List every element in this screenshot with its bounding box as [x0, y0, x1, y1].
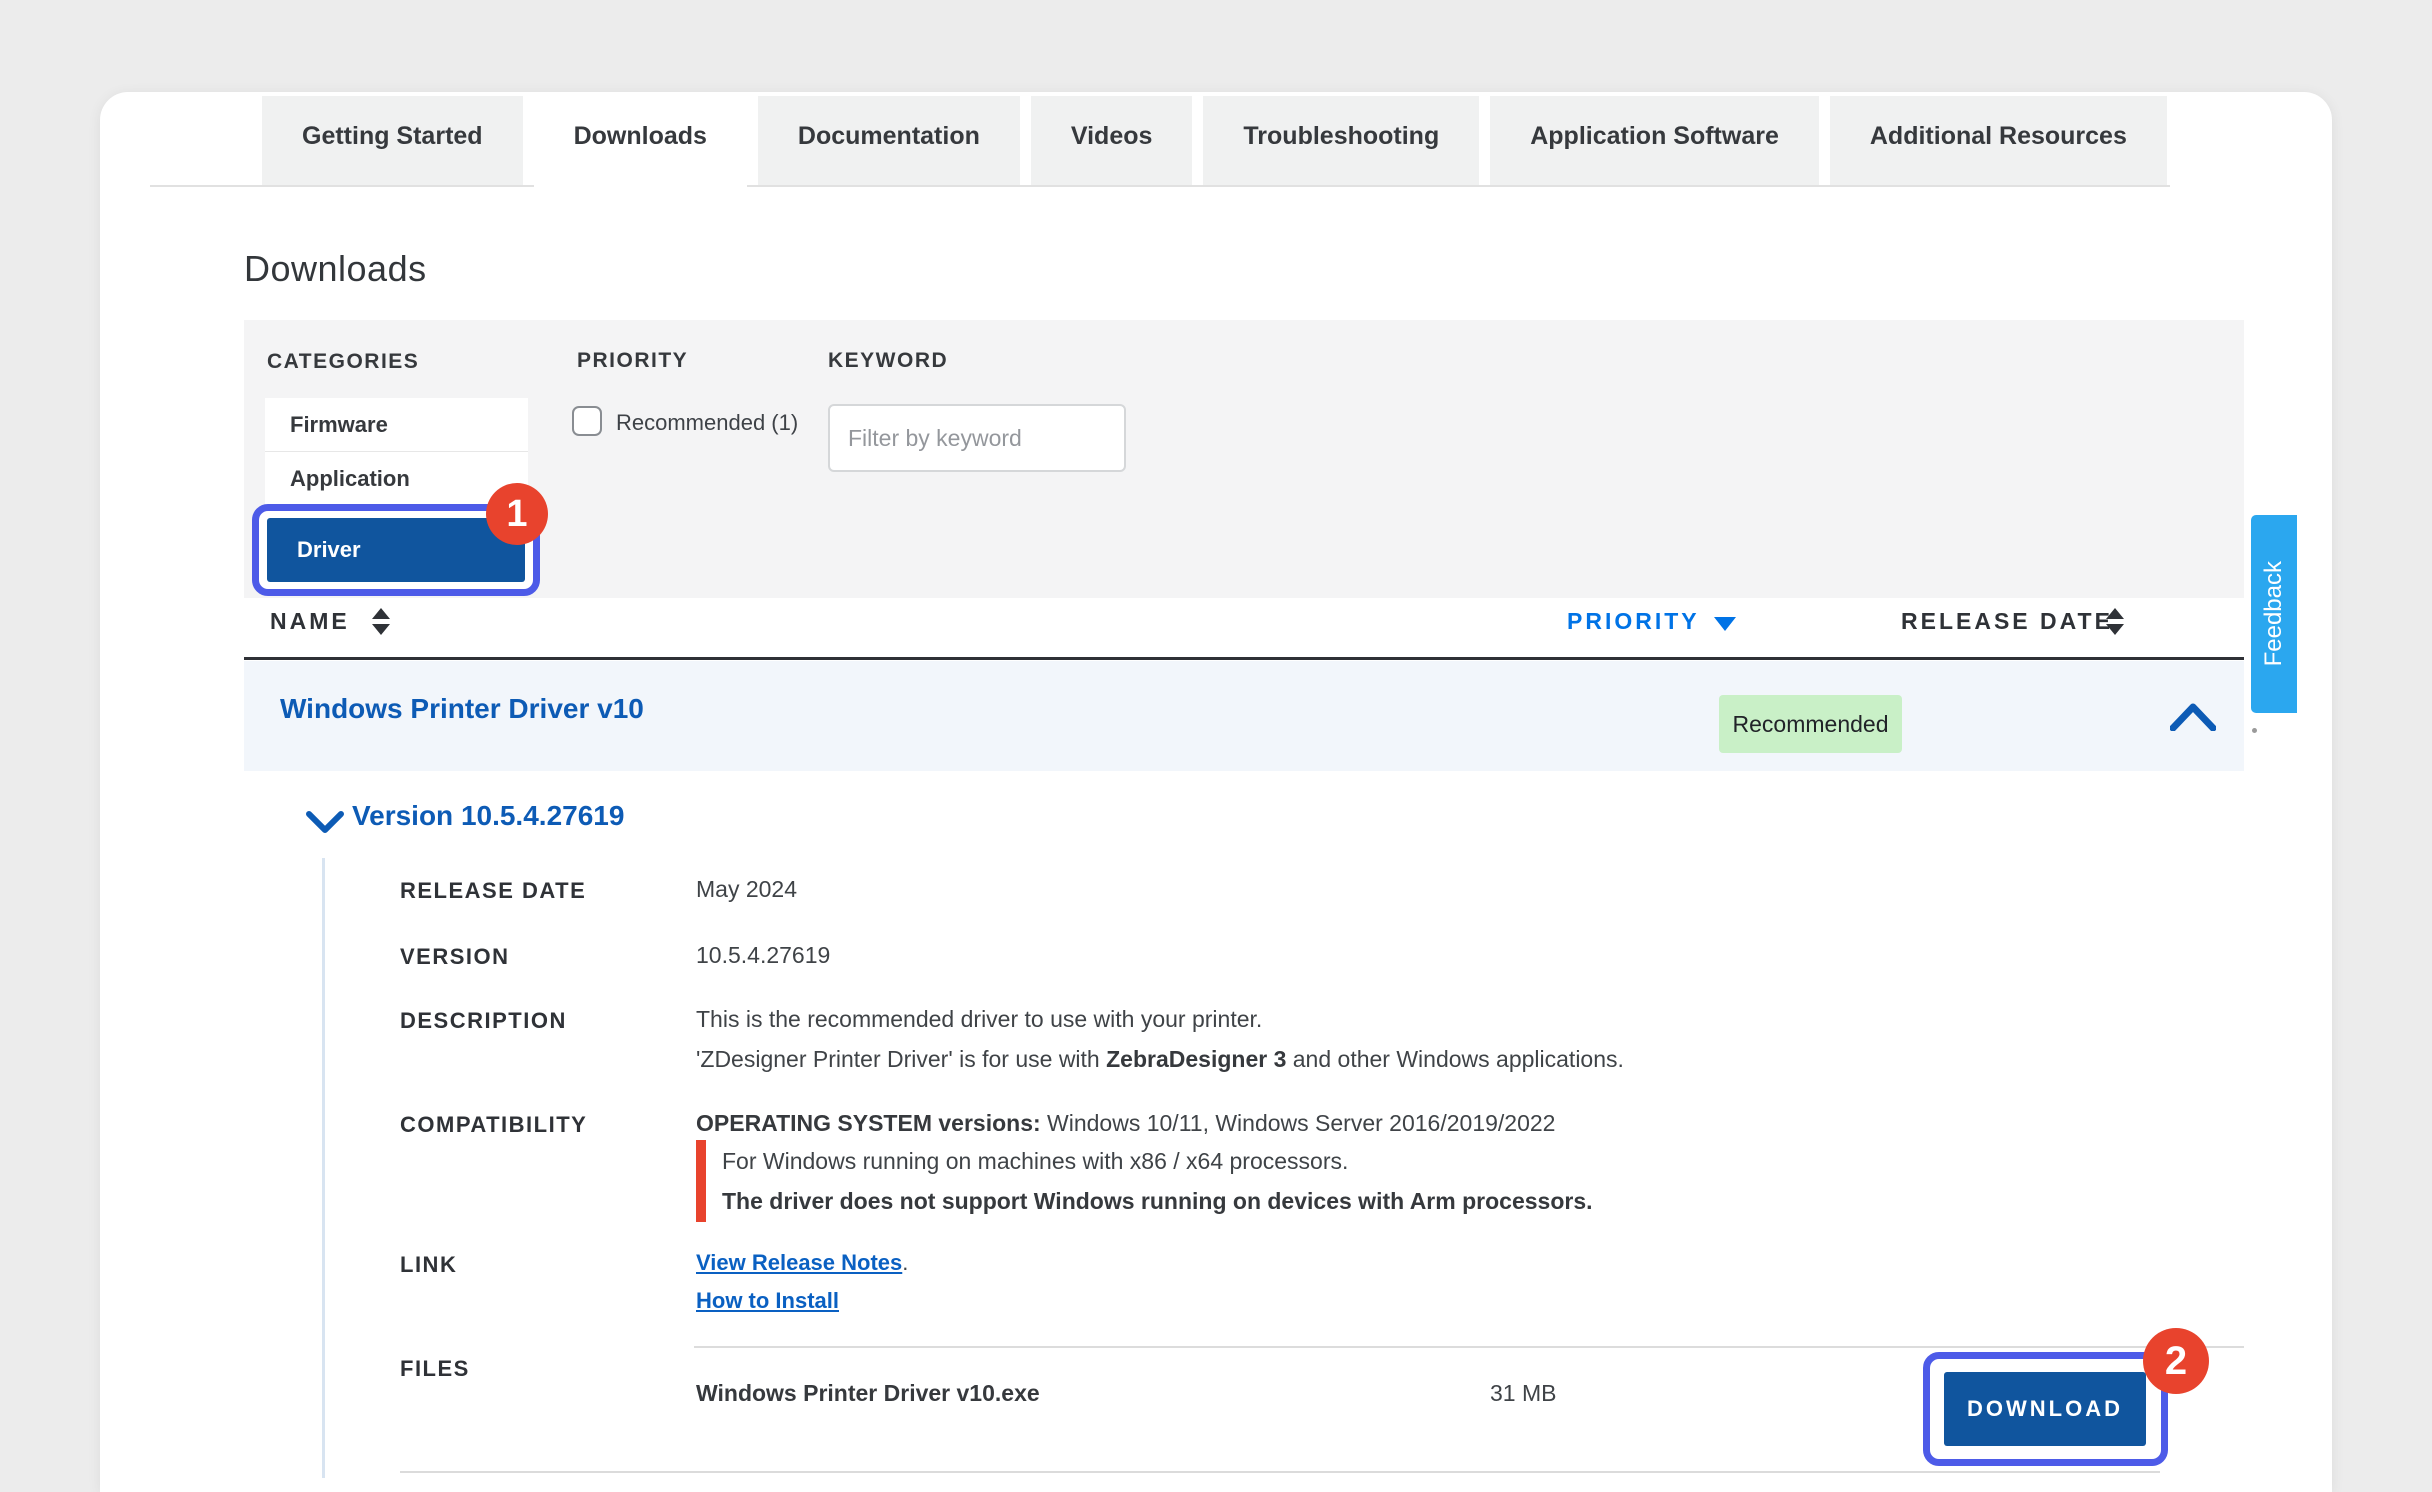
version-indent-line [322, 858, 325, 1478]
column-header-release-date[interactable]: RELEASE DATE [1901, 608, 2113, 635]
compatibility-os-line: OPERATING SYSTEM versions: Windows 10/11… [696, 1110, 1555, 1137]
view-release-notes-link[interactable]: View Release Notes [696, 1250, 902, 1275]
description-field-label: DESCRIPTION [400, 1008, 567, 1034]
table-header-divider [244, 657, 2244, 660]
tab-downloads[interactable]: Downloads [534, 96, 747, 199]
version-heading[interactable]: Version 10.5.4.27619 [352, 800, 624, 832]
link-field-label: LINK [400, 1252, 457, 1278]
tab-application-software[interactable]: Application Software [1490, 96, 1819, 185]
name-sort-icon[interactable] [372, 608, 390, 635]
file-size: 31 MB [1490, 1380, 1556, 1407]
recommended-checkbox[interactable] [572, 406, 602, 436]
compatibility-note1: For Windows running on machines with x86… [722, 1148, 1348, 1175]
step1-annotation-badge: 1 [486, 483, 548, 545]
step2-highlight-ring: DOWNLOAD [1923, 1352, 2168, 1466]
column-header-priority[interactable]: PRIORITY [1567, 608, 1700, 635]
how-to-install-line: How to Install [696, 1288, 839, 1314]
category-item-firmware[interactable]: Firmware [265, 398, 528, 452]
files-bottom-divider [400, 1471, 2160, 1473]
feedback-tab[interactable]: Feedback [2251, 515, 2297, 713]
categories-label: CATEGORIES [267, 350, 419, 374]
collapse-chevron-up-icon[interactable] [2170, 701, 2216, 731]
tab-additional-resources[interactable]: Additional Resources [1830, 96, 2167, 185]
tab-videos[interactable]: Videos [1031, 96, 1193, 185]
page: Getting Started Downloads Documentation … [0, 0, 2432, 1492]
column-header-name[interactable]: NAME [270, 608, 350, 635]
compatibility-os-rest: Windows 10/11, Windows Server 2016/2019/… [1041, 1110, 1556, 1136]
version-field-label: VERSION [400, 944, 510, 970]
tab-bar: Getting Started Downloads Documentation … [150, 96, 2170, 187]
description-line2-pre: 'ZDesigner Printer Driver' is for use wi… [696, 1046, 1106, 1072]
recommended-checkbox-label: Recommended (1) [616, 410, 798, 436]
category-list: Firmware Application [265, 398, 528, 506]
filter-panel: CATEGORIES Firmware Application Driver 1… [244, 320, 2244, 598]
file-name: Windows Printer Driver v10.exe [696, 1380, 1040, 1407]
description-line2: 'ZDesigner Printer Driver' is for use wi… [696, 1046, 1624, 1073]
release-date-field-value: May 2024 [696, 876, 797, 903]
keyword-label: KEYWORD [828, 349, 948, 373]
compatibility-warning-bar [696, 1140, 706, 1222]
version-field-value: 10.5.4.27619 [696, 942, 830, 969]
compatibility-field-label: COMPATIBILITY [400, 1112, 587, 1138]
tab-documentation[interactable]: Documentation [758, 96, 1020, 185]
description-line1: This is the recommended driver to use wi… [696, 1006, 1262, 1033]
page-title: Downloads [244, 248, 427, 290]
category-item-driver-selected[interactable]: Driver [267, 518, 525, 582]
release-date-sort-icon[interactable] [2106, 608, 2124, 635]
feedback-tab-label: Feedback [2260, 561, 2288, 666]
sort-down-arrow-icon [2106, 624, 2124, 635]
sort-up-arrow-icon [2106, 608, 2124, 619]
tab-troubleshooting[interactable]: Troubleshooting [1203, 96, 1479, 185]
compatibility-os-bold: OPERATING SYSTEM versions: [696, 1110, 1041, 1136]
row-edge-dot [2252, 728, 2257, 733]
tab-getting-started[interactable]: Getting Started [262, 96, 523, 185]
priority-sort-down-icon[interactable] [1714, 617, 1736, 631]
release-notes-period: . [902, 1250, 908, 1275]
release-notes-line: View Release Notes. [696, 1250, 908, 1276]
compatibility-note2: The driver does not support Windows runn… [722, 1188, 1593, 1215]
driver-row-title[interactable]: Windows Printer Driver v10 [280, 693, 644, 725]
download-button[interactable]: DOWNLOAD [1944, 1372, 2146, 1446]
how-to-install-link[interactable]: How to Install [696, 1288, 839, 1313]
files-top-divider [694, 1346, 2244, 1348]
release-date-field-label: RELEASE DATE [400, 878, 586, 904]
description-line2-bold: ZebraDesigner 3 [1106, 1046, 1286, 1072]
content-card [100, 92, 2332, 1492]
step2-annotation-badge: 2 [2143, 1328, 2209, 1394]
category-item-application[interactable]: Application [265, 452, 528, 506]
recommended-badge: Recommended [1719, 695, 1902, 753]
driver-result-row: Windows Printer Driver v10 Recommended [244, 661, 2244, 771]
version-chevron-down-icon[interactable] [306, 810, 344, 834]
sort-down-arrow-icon [372, 624, 390, 635]
description-line2-post: and other Windows applications. [1286, 1046, 1624, 1072]
sort-up-arrow-icon [372, 608, 390, 619]
priority-label: PRIORITY [577, 349, 688, 373]
keyword-filter-input[interactable] [828, 404, 1126, 472]
files-field-label: FILES [400, 1356, 470, 1382]
